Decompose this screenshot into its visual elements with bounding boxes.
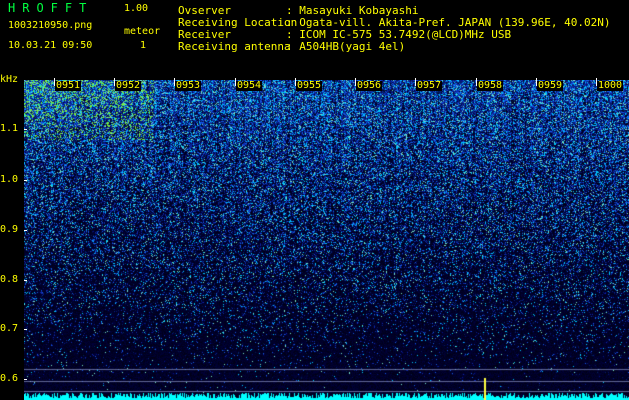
- y-tick-mark: [24, 129, 27, 130]
- x-tick-label: 1000: [597, 80, 624, 91]
- app-version: 1.00: [124, 3, 149, 14]
- x-tick-label: 0953: [175, 80, 202, 91]
- y-tick-mark: [24, 280, 27, 281]
- x-tick-label: 0957: [416, 80, 443, 91]
- filename: 1003210950.png: [8, 20, 93, 31]
- y-tick-label: 0.9: [0, 224, 19, 235]
- x-tick-label: 0959: [537, 80, 564, 91]
- x-tick-label: 0956: [356, 80, 383, 91]
- x-tick-label: 0952: [115, 80, 142, 91]
- app-title: HROFFT: [8, 1, 94, 15]
- meteor-count: 1: [140, 40, 147, 51]
- x-tick-label: 0955: [296, 80, 323, 91]
- meteor-label: meteor: [124, 26, 161, 37]
- y-tick-label: 0.7: [0, 323, 19, 334]
- header-panel: HROFFT 1.00 1003210950.png 10.03.21 09:5…: [0, 0, 629, 78]
- datetime: 10.03.21 09:50: [8, 40, 93, 51]
- spectrogram-plot: [24, 80, 629, 400]
- y-axis-unit: kHz: [0, 74, 19, 85]
- antenna-key: Receiving antenna: [178, 40, 291, 53]
- y-tick-mark: [24, 379, 27, 380]
- x-tick-label: 0954: [236, 80, 263, 91]
- antenna-value: : A504HB(yagi 4el): [286, 40, 406, 53]
- y-tick-mark: [24, 230, 27, 231]
- y-tick-mark: [24, 329, 27, 330]
- y-tick-label: 0.6: [0, 373, 19, 384]
- y-tick-mark: [24, 180, 27, 181]
- y-tick-label: 1.1: [0, 123, 19, 134]
- y-tick-label: 1.0: [0, 174, 19, 185]
- spectrogram-canvas: [24, 80, 629, 400]
- x-tick-label: 0951: [55, 80, 82, 91]
- y-tick-label: 0.8: [0, 274, 19, 285]
- x-tick-label: 0958: [477, 80, 504, 91]
